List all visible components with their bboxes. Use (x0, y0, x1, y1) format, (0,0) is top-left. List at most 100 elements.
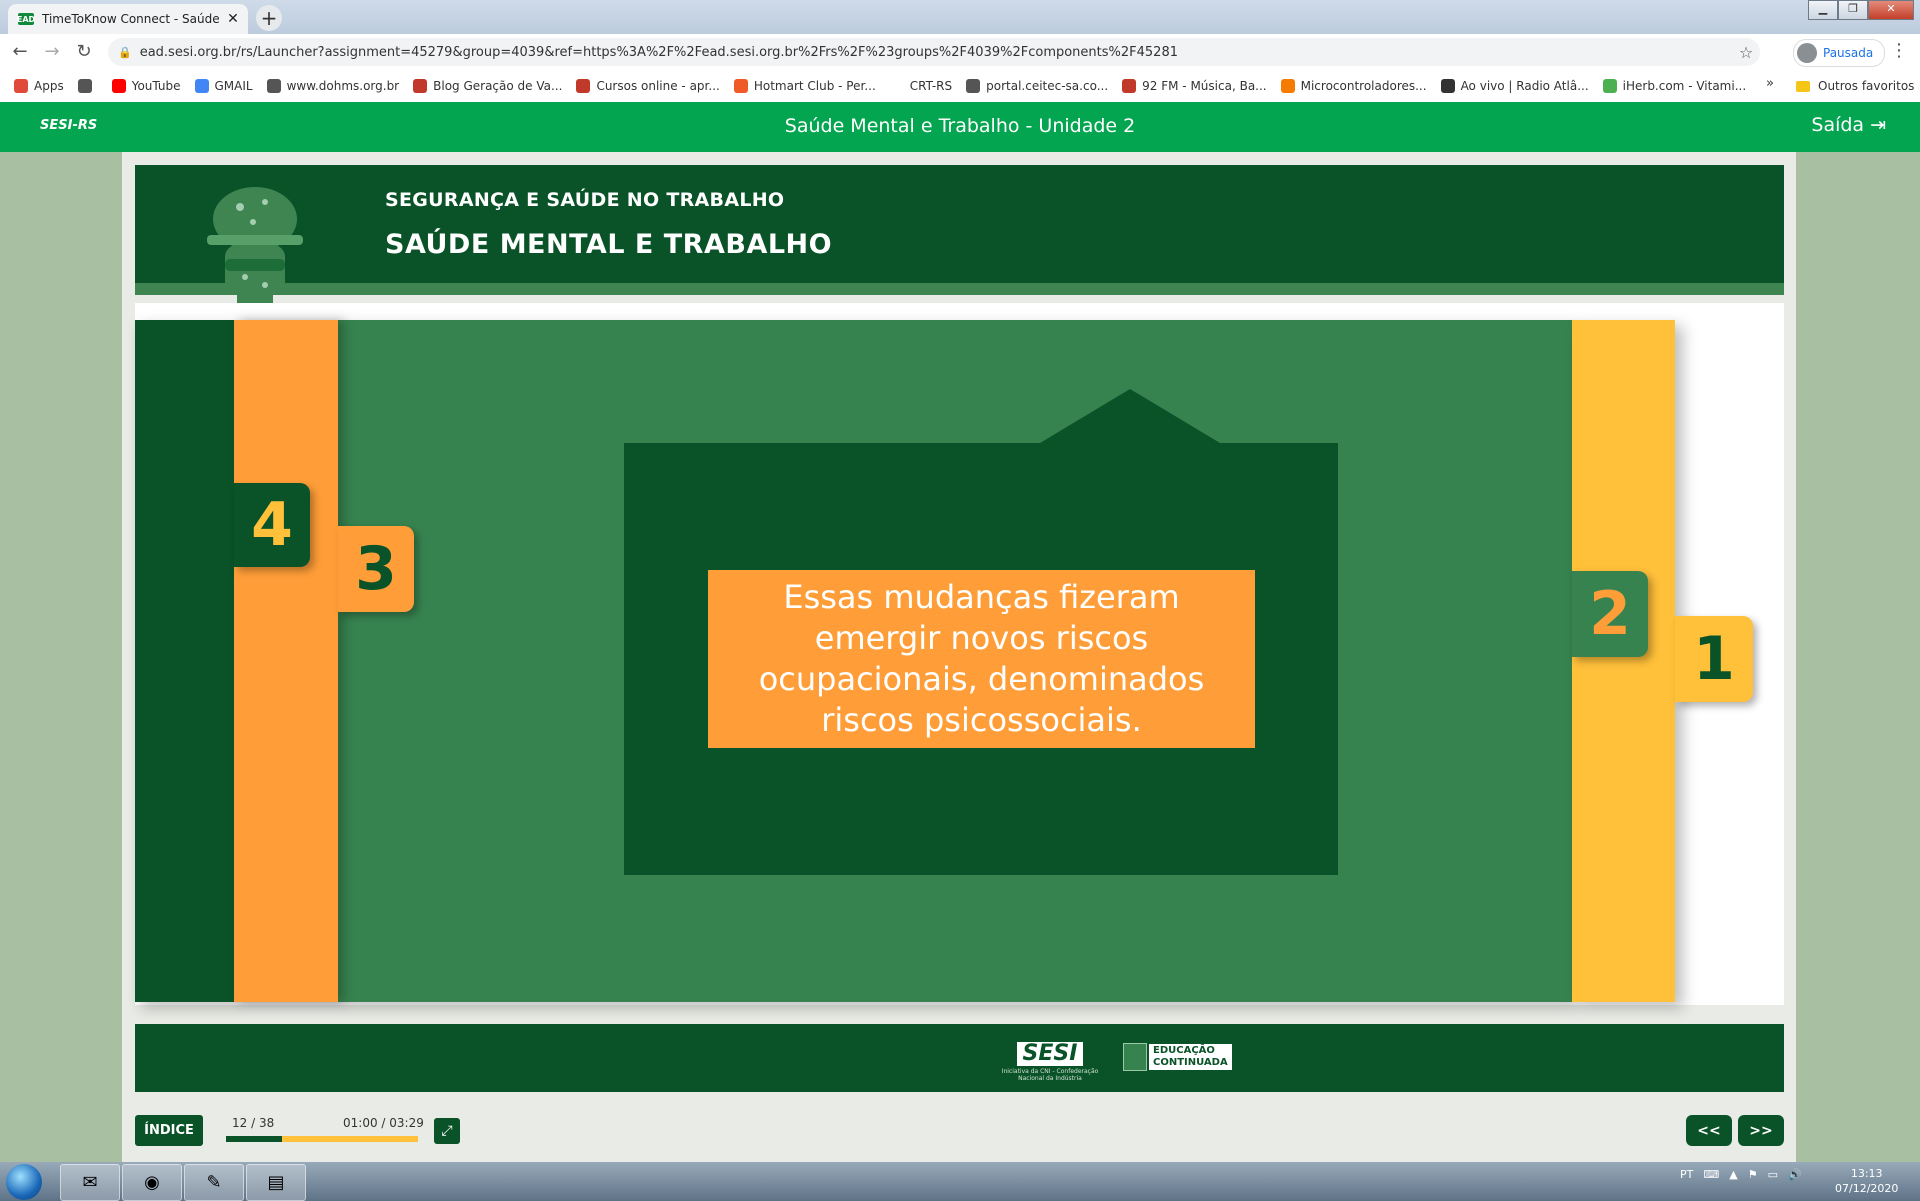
reload-icon[interactable]: ↻ (72, 40, 96, 64)
bookmark-label: portal.ceitec-sa.co... (986, 79, 1109, 93)
profile-button[interactable]: Pausada (1793, 39, 1885, 67)
clock-date: 07/12/2020 (1835, 1182, 1899, 1195)
flag-icon[interactable]: ⚑ (1748, 1168, 1758, 1181)
bookmark-item[interactable]: Microcontroladores... (1280, 79, 1427, 93)
bookmark-favicon-icon (1440, 79, 1455, 93)
tab-4[interactable]: 4 (234, 483, 310, 567)
bookmark-favicon-icon (1602, 79, 1617, 93)
tab-2[interactable]: 2 (1572, 571, 1648, 657)
bookmark-item[interactable]: GMAIL (194, 79, 253, 93)
bookmark-label: Microcontroladores... (1300, 79, 1427, 93)
bookmark-favicon-icon (413, 79, 428, 93)
tab-title: TimeToKnow Connect - Saúde M (42, 12, 224, 26)
bookmark-item[interactable]: www.dohms.org.br (266, 79, 400, 93)
lock-icon: 🔒 (118, 45, 132, 59)
start-button[interactable] (6, 1164, 42, 1200)
bookmark-label: CRT-RS (909, 79, 953, 93)
bookmark-favicon-icon (1280, 79, 1295, 93)
file-explorer-icon[interactable]: ▤ (246, 1164, 306, 1201)
callout-pointer (1040, 389, 1220, 443)
tray-expand-icon[interactable]: ▲ (1729, 1168, 1737, 1181)
bookmark-star-icon[interactable]: ☆ (1732, 43, 1760, 62)
mail-app-icon[interactable]: ✉ (60, 1164, 120, 1201)
bookmark-label: www.dohms.org.br (286, 79, 400, 93)
course-subtitle: SEGURANÇA E SAÚDE NO TRABALHO (385, 189, 785, 211)
bookmark-label: Apps (34, 79, 64, 93)
other-bookmarks[interactable]: Outros favoritos (1796, 70, 1914, 102)
next-button[interactable]: >> (1738, 1115, 1784, 1146)
bookmark-favicon-icon (77, 79, 92, 93)
keyboard-icon[interactable]: ⌨ (1703, 1168, 1719, 1181)
new-tab-button[interactable]: + (256, 5, 282, 31)
bookmark-item[interactable]: Hotmart Club - Per... (733, 79, 876, 93)
bookmark-item[interactable]: YouTube (111, 79, 181, 93)
tab-3[interactable]: 3 (338, 526, 414, 612)
bookmark-favicon-icon (111, 79, 126, 93)
chrome-icon[interactable]: ◉ (122, 1164, 182, 1201)
edu-line-2: CONTINUADA (1153, 1057, 1228, 1068)
bookmark-item[interactable]: Cursos online - apr... (576, 79, 720, 93)
paint-icon[interactable]: ✎ (184, 1164, 244, 1201)
progress-fill (226, 1136, 282, 1142)
header-divider (135, 283, 1784, 295)
bookmark-label: Blog Geração de Va... (433, 79, 563, 93)
bookmark-label: Cursos online - apr... (596, 79, 720, 93)
edu-line-1: EDUCAÇÃO (1153, 1045, 1215, 1056)
progress-bar[interactable] (226, 1136, 418, 1142)
panel-strip-1 (1572, 320, 1675, 1002)
edu-logo-icon (1123, 1043, 1147, 1071)
folder-icon (1796, 80, 1810, 92)
language-indicator[interactable]: PT (1680, 1168, 1693, 1181)
panel-strip-3 (234, 320, 338, 1002)
profile-status: Pausada (1823, 46, 1874, 60)
close-tab-icon[interactable]: ✕ (224, 11, 242, 27)
bookmark-item[interactable]: portal.ceitec-sa.co... (966, 79, 1108, 93)
back-arrow-icon[interactable]: ← (8, 40, 32, 64)
bookmark-favicon-icon (889, 79, 904, 93)
url-field[interactable]: 🔒 ead.sesi.org.br/rs/Launcher?assignment… (108, 38, 1760, 66)
bookmark-favicon-icon (576, 79, 591, 93)
app-header: SESI-RS Saúde Mental e Trabalho - Unidad… (0, 102, 1920, 152)
right-margin (1796, 152, 1920, 1162)
browser-tab[interactable]: EAD TimeToKnow Connect - Saúde M ✕ (8, 4, 248, 34)
avatar (1797, 43, 1817, 63)
bookmark-favicon-icon (14, 79, 28, 93)
sesi-logo-word: SESI (1016, 1042, 1084, 1066)
exit-label: Saída (1811, 114, 1865, 136)
bookmarks-overflow-icon[interactable]: » (1766, 76, 1774, 91)
bookmark-item[interactable]: Apps (14, 79, 64, 93)
fullscreen-icon[interactable]: ⤢ (434, 1118, 460, 1144)
sesi-logo: SESI Iniciativa da CNI - Confederação Na… (995, 1042, 1105, 1083)
window-controls: ▁ ❐ ✕ (1808, 0, 1914, 20)
bookmark-favicon-icon (733, 79, 748, 93)
forward-arrow-icon[interactable]: → (40, 40, 64, 64)
panel-strip-4 (135, 320, 234, 1002)
bookmark-favicon-icon (1122, 79, 1137, 93)
previous-button[interactable]: << (1686, 1115, 1732, 1146)
browser-menu-icon[interactable]: ⋮ (1890, 40, 1908, 61)
bookmark-label: Ao vivo | Radio Atlâ... (1460, 79, 1589, 93)
close-window-button[interactable]: ✕ (1868, 0, 1914, 20)
bookmark-item[interactable]: 92 FM - Música, Ba... (1122, 79, 1267, 93)
network-icon[interactable]: ▭ (1768, 1168, 1778, 1181)
bookmarks-bar: Apps YouTube GMAIL www.dohms.org.br Blog Ger… (0, 70, 1920, 103)
volume-icon[interactable]: 🔊 (1788, 1168, 1802, 1181)
minimize-button[interactable]: ▁ (1808, 0, 1838, 20)
page-title: Saúde Mental e Trabalho - Unidade 2 (784, 115, 1136, 137)
bookmark-item[interactable]: iHerb.com - Vitami... (1602, 79, 1746, 93)
bookmark-item[interactable]: CRT-RS (889, 79, 953, 93)
other-bookmarks-label: Outros favoritos (1818, 79, 1915, 93)
maximize-button[interactable]: ❐ (1838, 0, 1868, 20)
bookmark-label: YouTube (131, 79, 181, 93)
bookmark-item[interactable]: Blog Geração de Va... (413, 79, 562, 93)
windows-taskbar: ✉ ◉ ✎ ▤ (0, 1162, 1920, 1201)
exit-button[interactable]: Saída ⇥ (1811, 114, 1886, 136)
clock[interactable]: 13:13 07/12/2020 (1835, 1166, 1898, 1196)
bookmark-item[interactable]: Ao vivo | Radio Atlâ... (1440, 79, 1589, 93)
bookmark-label: GMAIL (214, 79, 253, 93)
time-counter: 01:00 / 03:29 (343, 1116, 424, 1130)
bookmark-item[interactable] (77, 79, 98, 93)
index-button[interactable]: ÍNDICE (135, 1115, 203, 1146)
browser-titlebar: EAD TimeToKnow Connect - Saúde M ✕ + ▁ ❐… (0, 0, 1920, 34)
tab-1[interactable]: 1 (1675, 616, 1753, 702)
